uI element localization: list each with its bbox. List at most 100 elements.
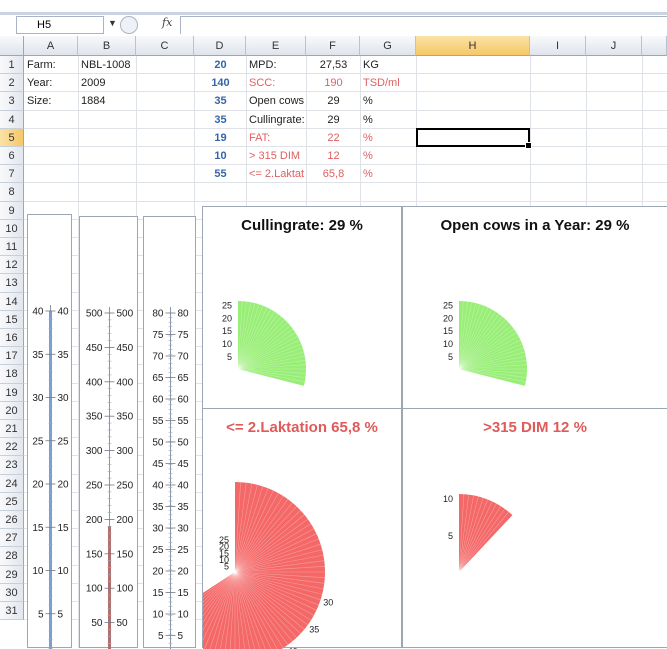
chart-cullingrate[interactable]: 5 10 15 20 25 Cullingrate: 29 % xyxy=(202,206,402,409)
row-header-12[interactable]: 12 xyxy=(0,256,24,275)
cell-f3[interactable]: 29 xyxy=(309,92,358,110)
row-header-9[interactable]: 9 xyxy=(0,201,24,220)
cell-g3[interactable]: % xyxy=(363,92,414,110)
row-header-3[interactable]: 3 xyxy=(0,92,24,111)
cell-d3[interactable]: 35 xyxy=(197,92,244,110)
cell-g5[interactable]: % xyxy=(363,129,414,147)
row-header-30[interactable]: 30 xyxy=(0,583,24,602)
row-header-2[interactable]: 2 xyxy=(0,74,24,93)
row-header-7[interactable]: 7 xyxy=(0,165,24,184)
column-header-i[interactable]: I xyxy=(530,36,586,56)
select-all-corner[interactable] xyxy=(0,36,24,56)
cell-e2[interactable]: SCC: xyxy=(249,74,304,92)
column-header-a[interactable]: A xyxy=(24,36,78,56)
chart-dim[interactable]: 5 10 >315 DIM 12 % xyxy=(402,408,667,648)
row-header-8[interactable]: 8 xyxy=(0,183,24,202)
tick-label-left: 60 xyxy=(152,395,164,406)
row-header-27[interactable]: 27 xyxy=(0,529,24,548)
cell-e3[interactable]: Open cows in xyxy=(249,92,304,110)
cell-b1[interactable]: NBL-1008 xyxy=(81,56,134,74)
cell-d5[interactable]: 19 xyxy=(197,129,244,147)
column-header-e[interactable]: E xyxy=(246,36,306,56)
tick-label-left: 15 xyxy=(152,588,164,599)
cell-d4[interactable]: 35 xyxy=(197,111,244,129)
formula-input[interactable] xyxy=(180,16,667,34)
column-header-h[interactable]: H xyxy=(416,36,530,56)
column-header-overflow[interactable] xyxy=(642,36,667,56)
row-header-10[interactable]: 10 xyxy=(0,219,24,238)
row-header-28[interactable]: 28 xyxy=(0,547,24,566)
row-header-22[interactable]: 22 xyxy=(0,438,24,457)
thermometer-chart-2[interactable]: 500 500 450 450 400 400 350 350 300 300 250 250 200 2… xyxy=(79,216,138,649)
cell-f6[interactable]: 12 xyxy=(309,147,358,165)
chart-laktation[interactable]: 5101520253035404550556065 <= 2.Laktation… xyxy=(202,408,402,649)
row-header-5[interactable]: 5 xyxy=(0,128,24,147)
cell-f1[interactable]: 27,53 xyxy=(309,56,358,74)
cell-g7[interactable]: % xyxy=(363,165,414,183)
cell-d2[interactable]: 140 xyxy=(197,74,244,92)
cell-a2[interactable]: Year: xyxy=(27,74,76,92)
cell-e1[interactable]: MPD: xyxy=(249,56,304,74)
cell-e6[interactable]: > 315 DIM xyxy=(249,147,304,165)
tick-label-right: 15 xyxy=(58,523,70,534)
row-header-11[interactable]: 11 xyxy=(0,238,24,257)
row-header-6[interactable]: 6 xyxy=(0,147,24,166)
thermometer-chart-1[interactable]: 40 40 35 35 30 30 25 25 20 20 15 15 10 10 5 5 xyxy=(27,214,72,649)
cell-g6[interactable]: % xyxy=(363,147,414,165)
column-header-b[interactable]: B xyxy=(78,36,136,56)
row-header-31[interactable]: 31 xyxy=(0,602,24,621)
tick-label-right: 40 xyxy=(178,481,190,492)
cell-b2[interactable]: 2009 xyxy=(81,74,134,92)
row-header-14[interactable]: 14 xyxy=(0,292,24,311)
chevron-down-icon[interactable]: ▼ xyxy=(108,18,117,28)
cell-g1[interactable]: KG xyxy=(363,56,414,74)
cell-f2[interactable]: 190 xyxy=(309,74,358,92)
row-header-25[interactable]: 25 xyxy=(0,492,24,511)
row-header-15[interactable]: 15 xyxy=(0,310,24,329)
cell-d7[interactable]: 55 xyxy=(197,165,244,183)
row-header-20[interactable]: 20 xyxy=(0,401,24,420)
cell-e7[interactable]: <= 2.Laktation xyxy=(249,165,304,183)
row-header-4[interactable]: 4 xyxy=(0,110,24,129)
active-cell-outline[interactable] xyxy=(416,127,532,149)
cell-f7[interactable]: 65,8 xyxy=(309,165,358,183)
insert-function-icon[interactable]: fx xyxy=(162,16,172,29)
column-header-c[interactable]: C xyxy=(136,36,194,56)
row-header-13[interactable]: 13 xyxy=(0,274,24,293)
tick-label-left: 50 xyxy=(91,618,103,629)
row-header-17[interactable]: 17 xyxy=(0,347,24,366)
chart-open-cows[interactable]: 5 10 15 20 25 Open cows in a Year: 29 % xyxy=(402,206,667,409)
cell-d6[interactable]: 10 xyxy=(197,147,244,165)
row-header-21[interactable]: 21 xyxy=(0,420,24,439)
row-header-26[interactable]: 26 xyxy=(0,511,24,530)
chart-title: Cullingrate: 29 % xyxy=(241,217,363,234)
cell-a3[interactable]: Size: xyxy=(27,92,76,110)
cell-f4[interactable]: 29 xyxy=(309,111,358,129)
row-header-29[interactable]: 29 xyxy=(0,565,24,584)
column-header-d[interactable]: D xyxy=(194,36,246,56)
row-header-1[interactable]: 1 xyxy=(0,56,24,75)
row-header-16[interactable]: 16 xyxy=(0,329,24,348)
cell-d1[interactable]: 20 xyxy=(197,56,244,74)
name-box[interactable]: H5 xyxy=(16,16,104,34)
cell-b3[interactable]: 1884 xyxy=(81,92,134,110)
resize-handle[interactable] xyxy=(120,16,138,34)
cell-f5[interactable]: 22 xyxy=(309,129,358,147)
column-header-f[interactable]: F xyxy=(306,36,360,56)
row-header-24[interactable]: 24 xyxy=(0,474,24,493)
cell-e4[interactable]: Cullingrate: xyxy=(249,111,304,129)
pie-slice[interactable] xyxy=(459,494,513,572)
cell-g2[interactable]: TSD/ml xyxy=(363,74,414,92)
thermometer-chart-3[interactable]: 80 80 75 75 70 70 65 65 60 60 55 55 50 50 45 45 40 40 35 35… xyxy=(143,216,196,649)
tick-label-left: 350 xyxy=(86,412,103,423)
column-header-g[interactable]: G xyxy=(360,36,416,56)
row-header-23[interactable]: 23 xyxy=(0,456,24,475)
tick-label-left: 75 xyxy=(152,330,164,341)
row-header-18[interactable]: 18 xyxy=(0,365,24,384)
cell-e5[interactable]: FAT: xyxy=(249,129,304,147)
fill-handle[interactable] xyxy=(525,141,532,149)
cell-a1[interactable]: Farm: xyxy=(27,56,76,74)
column-header-j[interactable]: J xyxy=(586,36,642,56)
row-header-19[interactable]: 19 xyxy=(0,383,24,402)
cell-g4[interactable]: % xyxy=(363,111,414,129)
